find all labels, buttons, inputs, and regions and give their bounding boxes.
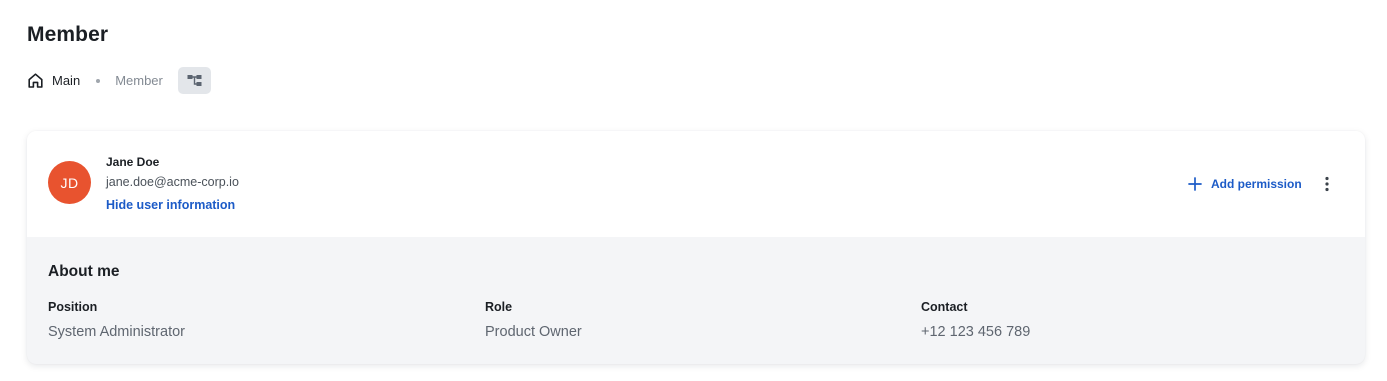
user-email: jane.doe@acme-corp.io — [106, 175, 239, 189]
member-card-header: JD Jane Doe jane.doe@acme-corp.io Hide u… — [27, 131, 1365, 237]
more-options-button[interactable] — [1319, 172, 1335, 196]
breadcrumb-item-member: Member — [115, 73, 163, 88]
avatar: JD — [48, 161, 91, 204]
about-field-contact: Contact +12 123 456 789 — [921, 300, 1030, 340]
breadcrumb-separator — [96, 78, 101, 83]
plus-icon — [1188, 177, 1202, 191]
breadcrumb: Main Member — [27, 67, 211, 94]
org-tree-button[interactable] — [177, 67, 211, 94]
user-name: Jane Doe — [106, 155, 160, 169]
field-value: Product Owner — [485, 324, 582, 340]
field-label: Role — [485, 300, 513, 314]
breadcrumb-main-label: Main — [52, 73, 81, 88]
page-title: Member — [27, 23, 109, 46]
about-field-role: Role Product Owner — [485, 300, 582, 340]
home-icon — [27, 72, 44, 89]
about-me-title: About me — [48, 263, 120, 280]
add-permission-label: Add permission — [1211, 177, 1302, 191]
field-label: Contact — [921, 300, 968, 314]
field-label: Position — [48, 300, 98, 314]
about-field-position: Position System Administrator — [48, 300, 185, 340]
field-value: System Administrator — [48, 324, 185, 340]
member-card: JD Jane Doe jane.doe@acme-corp.io Hide u… — [27, 131, 1365, 364]
add-permission-button[interactable]: Add permission — [1188, 174, 1302, 194]
org-tree-icon — [187, 75, 202, 86]
hide-user-information-link[interactable]: Hide user information — [106, 198, 235, 212]
field-value: +12 123 456 789 — [921, 324, 1031, 340]
breadcrumb-item-main[interactable]: Main — [27, 72, 80, 89]
more-vertical-icon — [1325, 176, 1329, 192]
